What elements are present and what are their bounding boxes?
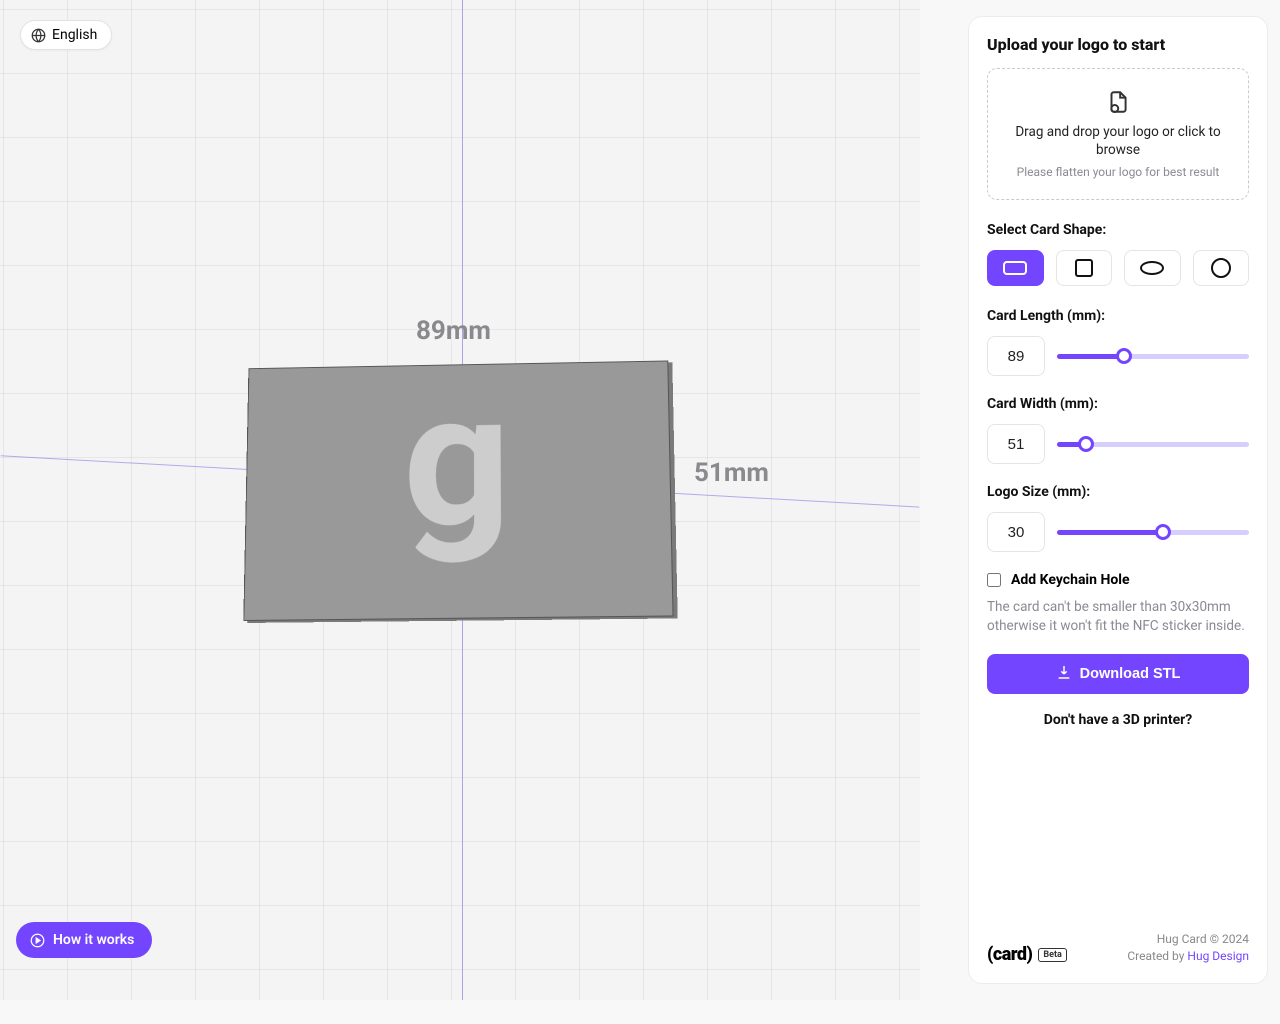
- slider-thumb[interactable]: [1078, 436, 1094, 452]
- rectangle-icon: [1003, 261, 1027, 275]
- slider-thumb[interactable]: [1155, 524, 1171, 540]
- shape-ellipse[interactable]: [1124, 250, 1181, 286]
- ellipse-icon: [1140, 261, 1164, 275]
- dropzone-subtext: Please flatten your logo for best result: [1002, 165, 1234, 179]
- slider-thumb[interactable]: [1116, 348, 1132, 364]
- logo-glyph: g: [403, 405, 512, 518]
- length-input[interactable]: [987, 336, 1045, 376]
- dimension-width: 51mm: [694, 458, 769, 488]
- beta-badge: Beta: [1038, 948, 1066, 962]
- width-input[interactable]: [987, 424, 1045, 464]
- circle-icon: [1211, 258, 1231, 278]
- file-upload-icon: [1002, 89, 1234, 115]
- hug-design-link[interactable]: Hug Design: [1187, 949, 1249, 963]
- upload-dropzone[interactable]: Drag and drop your logo or click to brow…: [987, 68, 1249, 200]
- logo-size-label: Logo Size (mm):: [987, 484, 1249, 500]
- logo-size-input[interactable]: [987, 512, 1045, 552]
- dropzone-text: Drag and drop your logo or click to brow…: [1002, 123, 1234, 159]
- width-slider[interactable]: [1057, 432, 1249, 456]
- footer-text: Hug Card © 2024 Created by Hug Design: [1127, 931, 1249, 965]
- length-slider[interactable]: [1057, 344, 1249, 368]
- how-it-works-button[interactable]: How it works: [16, 922, 152, 958]
- keychain-label[interactable]: Add Keychain Hole: [1011, 572, 1130, 588]
- globe-icon: [31, 28, 46, 43]
- no-printer-link[interactable]: Don't have a 3D printer?: [987, 712, 1249, 728]
- shape-square[interactable]: [1056, 250, 1113, 286]
- download-icon: [1056, 664, 1072, 684]
- preview-canvas[interactable]: g 89mm 51mm English How it works: [0, 0, 920, 1000]
- length-label: Card Length (mm):: [987, 308, 1249, 324]
- shape-label: Select Card Shape:: [987, 222, 1249, 238]
- language-button[interactable]: English: [20, 20, 112, 50]
- width-label: Card Width (mm):: [987, 396, 1249, 412]
- language-label: English: [52, 27, 97, 43]
- square-icon: [1075, 259, 1093, 277]
- brand-logo[interactable]: (card) Beta: [987, 944, 1067, 965]
- shape-circle[interactable]: [1193, 250, 1250, 286]
- download-stl-button[interactable]: Download STL: [987, 654, 1249, 694]
- logo-size-slider[interactable]: [1057, 520, 1249, 544]
- dimension-length: 89mm: [416, 316, 491, 346]
- play-icon: [30, 933, 45, 948]
- card-preview[interactable]: g: [243, 360, 673, 621]
- keychain-checkbox[interactable]: [987, 573, 1001, 587]
- shape-rectangle[interactable]: [987, 250, 1044, 286]
- download-label: Download STL: [1080, 666, 1181, 682]
- sidebar-title: Upload your logo to start: [987, 35, 1249, 54]
- how-it-works-label: How it works: [53, 932, 134, 948]
- config-sidebar: Upload your logo to start Drag and drop …: [968, 16, 1268, 984]
- size-note: The card can't be smaller than 30x30mm o…: [987, 598, 1249, 636]
